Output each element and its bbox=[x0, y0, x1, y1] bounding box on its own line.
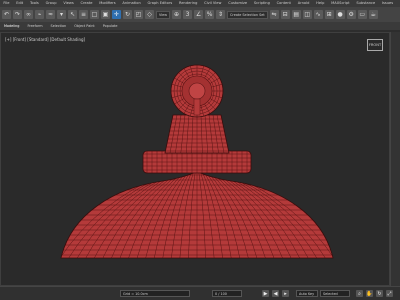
menu-item-graph-editors[interactable]: Graph Editors bbox=[145, 0, 174, 7]
command-panel-edge bbox=[390, 32, 400, 286]
menu-item-help[interactable]: Help bbox=[314, 0, 327, 7]
align-icon[interactable]: ⊟ bbox=[280, 10, 290, 19]
neck-stem[interactable] bbox=[161, 114, 233, 154]
maximize-viewport-icon[interactable]: ⤢ bbox=[386, 290, 393, 297]
angle-snap-icon[interactable]: ∠ bbox=[194, 10, 204, 19]
auto-key-button[interactable]: Auto Key bbox=[296, 290, 318, 297]
link-icon[interactable]: ∞ bbox=[24, 10, 33, 19]
menu-item-modifiers[interactable]: Modifiers bbox=[97, 0, 118, 7]
render-frame-icon[interactable]: ▭ bbox=[357, 10, 367, 19]
menu-item-rendering[interactable]: Rendering bbox=[177, 0, 200, 7]
unlink-icon[interactable]: ⌁ bbox=[35, 10, 44, 19]
window-crossing-icon[interactable]: ▣ bbox=[101, 10, 110, 19]
collar-ring[interactable] bbox=[141, 150, 253, 174]
material-editor-icon[interactable]: ● bbox=[335, 10, 345, 19]
select-region-icon[interactable]: □ bbox=[90, 10, 99, 19]
render-icon[interactable]: ☕ bbox=[368, 10, 378, 19]
select-icon[interactable]: ↖ bbox=[68, 10, 77, 19]
menu-item-substance[interactable]: Substance bbox=[354, 0, 378, 7]
place-icon[interactable]: ◇ bbox=[145, 10, 154, 19]
ribbon-tab-freeform[interactable]: Freeform bbox=[27, 24, 42, 28]
viewport-label[interactable]: [+] [Front] [Standard] [Default Shading] bbox=[5, 37, 85, 42]
orbit-icon[interactable]: ↻ bbox=[376, 290, 383, 297]
menu-bar: File Edit Tools Group Views Create Modifiers An… bbox=[0, 0, 400, 7]
redo-icon[interactable]: ↷ bbox=[13, 10, 22, 19]
ribbon-tab-populate[interactable]: Populate bbox=[103, 24, 118, 28]
prev-frame-icon[interactable]: ◀ bbox=[272, 290, 279, 297]
main-toolbar: ↶ ↷ ∞ ⌁ ≈ ▾ ↖ ≡ □ ▣ ✛ ↻ ◰ ◇ View ⊕ 3 ∠% ⇕ Create Selection … bbox=[0, 7, 400, 22]
menu-item-edit[interactable]: Edit bbox=[14, 0, 26, 7]
ribbon-tab-selection[interactable]: Selection bbox=[51, 24, 67, 28]
menu-item-civil-view[interactable]: Civil View bbox=[202, 0, 224, 7]
move-icon[interactable]: ✛ bbox=[112, 10, 121, 19]
dome-shade[interactable] bbox=[41, 170, 351, 259]
selection-filter-icon[interactable]: ▾ bbox=[57, 10, 66, 19]
menu-item-tools[interactable]: Tools bbox=[28, 0, 42, 7]
reference-coord-dropdown[interactable]: View bbox=[156, 10, 171, 19]
menu-item-scripting[interactable]: Scripting bbox=[252, 0, 273, 7]
percent-snap-icon[interactable]: % bbox=[205, 10, 215, 19]
zoom-icon[interactable]: ⌕ bbox=[356, 290, 363, 297]
render-setup-icon[interactable]: ⚙ bbox=[346, 10, 356, 19]
ribbon-tab-object-paint[interactable]: Object Paint bbox=[74, 24, 95, 28]
menu-item-content[interactable]: Content bbox=[274, 0, 293, 7]
menu-item-group[interactable]: Group bbox=[43, 0, 59, 7]
menu-item-arnold[interactable]: Arnold bbox=[295, 0, 311, 7]
ribbon: Modeling Freeform Selection Object Paint Pop… bbox=[0, 22, 400, 30]
menu-item-maxscript[interactable]: MAXScript bbox=[329, 0, 352, 7]
frame-field[interactable]: 0 / 100 bbox=[212, 290, 242, 297]
max-window: File Edit Tools Group Views Create Modifiers An… bbox=[0, 0, 400, 300]
menu-item-create[interactable]: Create bbox=[78, 0, 95, 7]
schematic-icon[interactable]: ⊞ bbox=[324, 10, 334, 19]
graphite-icon[interactable]: ◫ bbox=[302, 10, 312, 19]
curve-editor-icon[interactable]: ∿ bbox=[313, 10, 323, 19]
snap-toggle-icon[interactable]: 3 bbox=[183, 10, 193, 19]
status-timeline-bar: 0 / 100 ▶ ◀ ▸ Auto Key Selected Grid = 1… bbox=[0, 286, 400, 300]
lamp-model bbox=[41, 64, 351, 259]
bind-icon[interactable]: ≈ bbox=[46, 10, 55, 19]
layer-icon[interactable]: ▤ bbox=[291, 10, 301, 19]
grid-status: Grid = 10.0cm bbox=[120, 290, 190, 297]
menu-item-file[interactable]: File bbox=[1, 0, 12, 7]
ribbon-tab-modeling[interactable]: Modeling bbox=[4, 24, 19, 28]
play-icon[interactable]: ▶ bbox=[262, 290, 269, 297]
viewport-front[interactable]: [+] [Front] [Standard] [Default Shading]… bbox=[0, 32, 390, 286]
mirror-icon[interactable]: ⇋ bbox=[269, 10, 279, 19]
menu-item-views[interactable]: Views bbox=[61, 0, 76, 7]
select-by-name-icon[interactable]: ≡ bbox=[79, 10, 88, 19]
pan-icon[interactable]: ✋ bbox=[366, 290, 373, 297]
menu-item-animation[interactable]: Animation bbox=[120, 0, 143, 7]
viewcube[interactable]: FRONT bbox=[367, 39, 383, 51]
menu-item-customize[interactable]: Customize bbox=[226, 0, 250, 7]
pivot-icon[interactable]: ⊕ bbox=[172, 10, 182, 19]
mount-cap[interactable] bbox=[170, 64, 224, 118]
scale-icon[interactable]: ◰ bbox=[134, 10, 143, 19]
next-frame-icon[interactable]: ▸ bbox=[282, 290, 289, 297]
spinner-snap-icon[interactable]: ⇕ bbox=[216, 10, 226, 19]
set-key-dropdown[interactable]: Selected bbox=[320, 290, 350, 297]
undo-icon[interactable]: ↶ bbox=[2, 10, 11, 19]
rotate-icon[interactable]: ↻ bbox=[123, 10, 132, 19]
menu-item-issues[interactable]: Issues bbox=[380, 0, 396, 7]
named-selection-dropdown[interactable]: Create Selection Set bbox=[227, 10, 268, 19]
